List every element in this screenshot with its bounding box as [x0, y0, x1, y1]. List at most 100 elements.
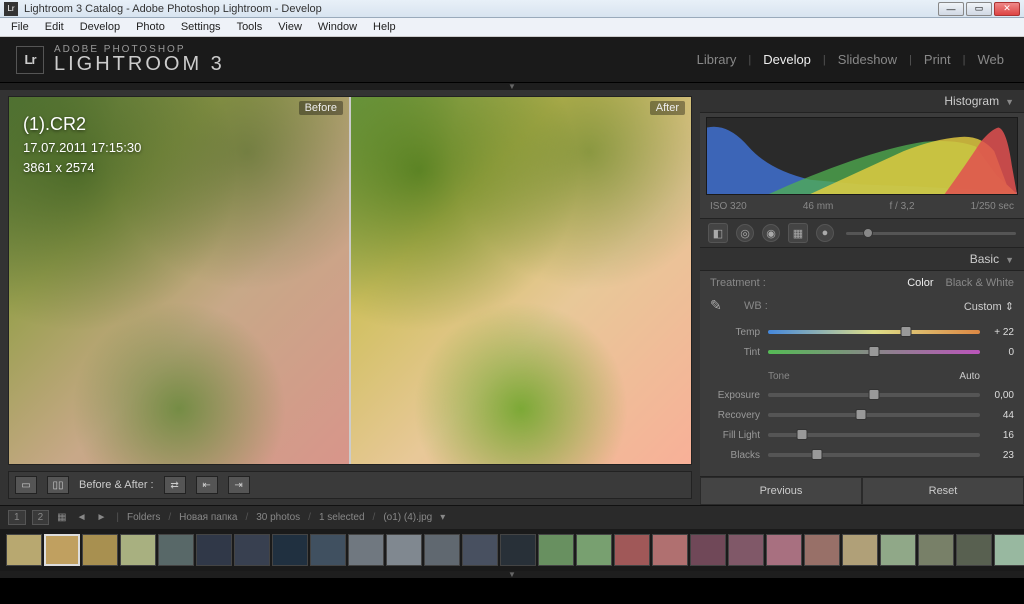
swap-button[interactable]: ⇄: [164, 476, 186, 494]
grid-page-2[interactable]: 2: [32, 510, 50, 525]
filmstrip-infobar: 1 2 ▦ ◄ ► | Folders / Новая папка / 30 p…: [0, 505, 1024, 529]
after-label: After: [650, 101, 685, 115]
filmstrip-thumb[interactable]: [956, 534, 992, 566]
filmstrip-thumb[interactable]: [6, 534, 42, 566]
menu-file[interactable]: File: [4, 19, 36, 35]
maximize-button[interactable]: ▭: [966, 2, 992, 16]
previous-button[interactable]: Previous: [700, 477, 862, 505]
exposure-slider[interactable]: Exposure 0,00: [710, 386, 1014, 404]
bottom-panel-expander[interactable]: ▼: [0, 571, 1024, 578]
treatment-row: Treatment : Color Black & White: [710, 277, 1014, 289]
before-image: Before (1).CR2 17.07.2011 17:15:30 3861 …: [9, 97, 349, 464]
filmstrip-thumb[interactable]: [234, 534, 270, 566]
filmstrip-thumb[interactable]: [728, 534, 764, 566]
previous-reset-row: Previous Reset: [700, 476, 1024, 505]
filmstrip-thumb[interactable]: [538, 534, 574, 566]
treatment-color[interactable]: Color: [907, 277, 933, 289]
menu-view[interactable]: View: [271, 19, 309, 35]
crop-tool-icon[interactable]: ◧: [708, 223, 728, 243]
image-compare[interactable]: Before (1).CR2 17.07.2011 17:15:30 3861 …: [8, 96, 692, 465]
reset-button[interactable]: Reset: [862, 477, 1024, 505]
filmstrip-thumb[interactable]: [690, 534, 726, 566]
module-slideshow[interactable]: Slideshow: [834, 52, 901, 67]
nav-fwd-icon[interactable]: ►: [94, 512, 108, 523]
app-header: Lr ADOBE PHOTOSHOP LIGHTROOM 3 Library| …: [0, 37, 1024, 83]
module-print[interactable]: Print: [920, 52, 955, 67]
filmstrip-thumb[interactable]: [196, 534, 232, 566]
lightroom-logo-icon: Lr: [16, 46, 44, 74]
spot-tool-icon[interactable]: ◎: [736, 224, 754, 242]
filllight-slider[interactable]: Fill Light 16: [710, 426, 1014, 444]
filmstrip-thumb[interactable]: [576, 534, 612, 566]
second-monitor-icon[interactable]: ▦: [55, 512, 68, 523]
histogram-header[interactable]: Histogram▼: [700, 90, 1024, 113]
breadcrumb-dropdown-icon[interactable]: ▾: [438, 512, 447, 523]
filmstrip-thumb[interactable]: [462, 534, 498, 566]
grid-page-1[interactable]: 1: [8, 510, 26, 525]
wb-value[interactable]: Custom ⇕: [964, 300, 1014, 313]
module-develop[interactable]: Develop: [759, 52, 815, 67]
close-button[interactable]: ✕: [994, 2, 1020, 16]
minimize-button[interactable]: —: [938, 2, 964, 16]
histogram-display[interactable]: [706, 117, 1018, 195]
filmstrip-thumb[interactable]: [994, 534, 1024, 566]
top-panel-expander[interactable]: ▼: [0, 83, 1024, 90]
copy-after-button[interactable]: ⇥: [228, 476, 250, 494]
filmstrip-thumb[interactable]: [918, 534, 954, 566]
preview-area: Before (1).CR2 17.07.2011 17:15:30 3861 …: [0, 90, 700, 505]
filmstrip-thumb[interactable]: [500, 534, 536, 566]
recovery-slider[interactable]: Recovery 44: [710, 406, 1014, 424]
menu-help[interactable]: Help: [366, 19, 403, 35]
compare-view-button[interactable]: ▯▯: [47, 476, 69, 494]
menu-edit[interactable]: Edit: [38, 19, 71, 35]
filmstrip-thumb[interactable]: [158, 534, 194, 566]
menu-photo[interactable]: Photo: [129, 19, 172, 35]
blacks-slider[interactable]: Blacks 23: [710, 446, 1014, 464]
treatment-bw[interactable]: Black & White: [946, 277, 1014, 289]
filmstrip-thumb[interactable]: [614, 534, 650, 566]
redeye-tool-icon[interactable]: ◉: [762, 224, 780, 242]
breadcrumb-folder-name[interactable]: Новая папка: [179, 512, 237, 523]
brand-big: LIGHTROOM 3: [54, 53, 225, 76]
filmstrip-thumb[interactable]: [44, 534, 80, 566]
filmstrip-thumb[interactable]: [766, 534, 802, 566]
filmstrip-thumb[interactable]: [82, 534, 118, 566]
filmstrip-thumb[interactable]: [880, 534, 916, 566]
menubar: File Edit Develop Photo Settings Tools V…: [0, 18, 1024, 37]
basic-panel-header[interactable]: Basic▼: [700, 248, 1024, 271]
filmstrip-thumb[interactable]: [652, 534, 688, 566]
module-library[interactable]: Library: [693, 52, 741, 67]
filmstrip-thumb[interactable]: [348, 534, 384, 566]
menu-window[interactable]: Window: [311, 19, 364, 35]
exif-shutter: 1/250 sec: [971, 201, 1014, 212]
filmstrip-thumb[interactable]: [424, 534, 460, 566]
app-icon: Lr: [4, 2, 18, 16]
filmstrip-thumb[interactable]: [842, 534, 878, 566]
image-datetime: 17.07.2011 17:15:30: [23, 138, 141, 158]
filmstrip-thumb[interactable]: [272, 534, 308, 566]
menu-tools[interactable]: Tools: [230, 19, 270, 35]
filmstrip[interactable]: [0, 529, 1024, 571]
window-title: Lightroom 3 Catalog - Adobe Photoshop Li…: [24, 3, 322, 15]
brush-tool-icon[interactable]: ●: [816, 224, 834, 242]
copy-before-button[interactable]: ⇤: [196, 476, 218, 494]
temp-slider[interactable]: Temp + 22: [710, 323, 1014, 341]
filmstrip-thumb[interactable]: [386, 534, 422, 566]
menu-develop[interactable]: Develop: [73, 19, 127, 35]
loupe-view-button[interactable]: ▭: [15, 476, 37, 494]
gradient-tool-icon[interactable]: ▦: [788, 223, 808, 243]
menu-settings[interactable]: Settings: [174, 19, 228, 35]
breadcrumb-folders[interactable]: Folders: [127, 512, 160, 523]
filmstrip-thumb[interactable]: [120, 534, 156, 566]
eyedropper-icon[interactable]: ✎: [710, 297, 728, 315]
nav-back-icon[interactable]: ◄: [75, 512, 89, 523]
toolstrip-slider[interactable]: [846, 232, 1016, 235]
filmstrip-thumb[interactable]: [310, 534, 346, 566]
breadcrumb-selected: 1 selected: [319, 512, 365, 523]
auto-tone-button[interactable]: Auto: [959, 371, 1014, 382]
module-web[interactable]: Web: [974, 52, 1009, 67]
tint-slider[interactable]: Tint 0: [710, 343, 1014, 361]
wb-label: WB :: [744, 300, 768, 312]
filmstrip-thumb[interactable]: [804, 534, 840, 566]
breadcrumb-filename: (о1) (4).jpg: [383, 512, 432, 523]
